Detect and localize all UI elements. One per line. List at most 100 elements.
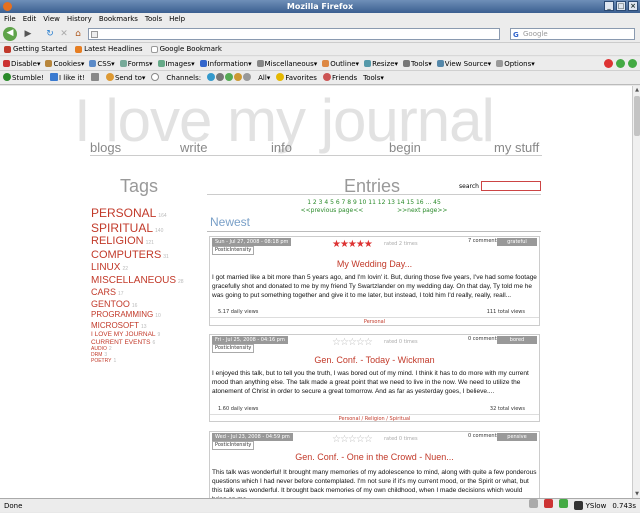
minimize-button[interactable]: _	[604, 1, 614, 11]
scroll-up-arrow-icon[interactable]: ▲	[633, 86, 640, 94]
dev-tools[interactable]: Tools▾	[403, 57, 432, 70]
entry-comments[interactable]: 7 comments	[468, 238, 499, 244]
forward-button[interactable]: ▶	[22, 28, 34, 40]
tag-count: 9	[157, 332, 161, 338]
entry-title[interactable]: Gen. Conf. - One in the Crowd - Nuen...	[210, 452, 539, 462]
entry-title[interactable]: Gen. Conf. - Today - Wickman	[210, 355, 539, 365]
comment-button[interactable]	[151, 71, 160, 84]
entry-rating-stars[interactable]: ★★★★★	[332, 240, 373, 250]
menu-view[interactable]: View	[43, 13, 60, 25]
error-icon[interactable]	[604, 59, 613, 68]
next-page-link[interactable]: >>next page>>	[397, 207, 447, 214]
entry-intensity: PosticIntensity	[212, 246, 255, 255]
tag-count: 140	[155, 227, 164, 234]
entries-search-input[interactable]	[481, 181, 541, 191]
search-input[interactable]: G Google	[510, 28, 635, 40]
css-valid-icon[interactable]	[616, 59, 625, 68]
entry-title[interactable]: My Wedding Day...	[210, 259, 539, 269]
dev-forms[interactable]: Forms▾	[119, 57, 153, 70]
channels-label: Channels:	[166, 74, 202, 82]
thumbs-down-button[interactable]	[90, 71, 100, 84]
bookmark-google[interactable]: Google Bookmark	[150, 43, 222, 55]
tag-link[interactable]: Programming 10	[91, 311, 201, 319]
sendto-button[interactable]: Send to▾	[105, 71, 145, 84]
favorites-button[interactable]: Favorites	[276, 71, 317, 84]
tag-link[interactable]: Miscellaneous 28	[91, 275, 201, 286]
menu-help[interactable]: Help	[169, 13, 185, 25]
menu-bookmarks[interactable]: Bookmarks	[99, 13, 138, 25]
tag-link[interactable]: Religion 121	[91, 236, 201, 247]
url-input[interactable]	[88, 28, 500, 40]
entry-categories[interactable]: Personal / Religion / Spiritual	[210, 414, 539, 422]
dev-information[interactable]: Information▾	[199, 57, 252, 70]
stumble-tools-dropdown[interactable]: Tools▾	[363, 71, 384, 84]
forms-icon	[119, 60, 127, 67]
dev-options[interactable]: Options▾	[496, 57, 535, 70]
channel-all-dropdown[interactable]: All▾	[258, 71, 270, 84]
nav-info[interactable]: info	[271, 140, 292, 155]
prev-page-link[interactable]: <<previous page<<	[301, 207, 364, 214]
nav-begin[interactable]: begin	[389, 140, 421, 155]
speech-bubble-icon	[151, 73, 160, 81]
dev-outline[interactable]: Outline▾	[322, 57, 359, 70]
menu-history[interactable]: History	[67, 13, 92, 25]
tag-name: Programming	[91, 310, 154, 319]
bookmark-latest-headlines[interactable]: Latest Headlines	[75, 43, 143, 55]
tag-link[interactable]: Spiritual 140	[91, 222, 201, 234]
ilike-button[interactable]: I like it!	[49, 71, 85, 84]
dev-css[interactable]: CSS▾	[89, 57, 115, 70]
scrollbar-thumb[interactable]	[634, 96, 640, 136]
tag-link[interactable]: Cars 17	[91, 288, 201, 297]
entry-comments[interactable]: 0 comments	[468, 336, 499, 342]
yslow-icon	[574, 501, 584, 510]
tag-name: Current Events	[91, 338, 151, 346]
entry-categories[interactable]: Personal	[210, 317, 539, 325]
menu-file[interactable]: File	[4, 13, 16, 25]
bookmark-getting-started[interactable]: Getting Started	[4, 43, 67, 55]
home-button[interactable]: ⌂	[72, 28, 84, 40]
friends-button[interactable]: Friends	[322, 71, 357, 84]
dev-disable[interactable]: Disable▾	[3, 57, 40, 70]
entry-date: Wed - Jul 23, 2008 - 04:59 pm	[212, 433, 293, 441]
stumble-button[interactable]: Stumble!	[3, 71, 44, 84]
tag-link[interactable]: Audio 2	[91, 347, 201, 352]
scroll-down-arrow-icon[interactable]: ▼	[633, 490, 640, 498]
maximize-button[interactable]: □	[616, 1, 626, 11]
tag-link[interactable]: Microsoft 13	[91, 321, 201, 330]
tag-count: 6	[152, 339, 156, 346]
nav-write[interactable]: write	[180, 140, 207, 155]
tag-link[interactable]: Computers 31	[91, 249, 201, 261]
channel-icons[interactable]	[207, 71, 252, 84]
security-icon[interactable]	[529, 499, 539, 508]
entry-rating-stars[interactable]: ☆☆☆☆☆	[332, 435, 373, 445]
tag-link[interactable]: Gentoo 16	[91, 299, 201, 309]
tag-link[interactable]: Linux 22	[91, 263, 201, 273]
dev-miscellaneous[interactable]: Miscellaneous▾	[256, 57, 317, 70]
js-valid-icon[interactable]	[628, 59, 637, 68]
firebug-icon[interactable]	[559, 499, 569, 508]
menu-edit[interactable]: Edit	[23, 13, 37, 25]
nav-my-stuff[interactable]: my stuff	[494, 140, 539, 155]
adblock-icon[interactable]	[544, 499, 554, 508]
reload-button[interactable]: ↻	[44, 28, 56, 40]
menu-tools[interactable]: Tools	[145, 13, 162, 25]
tag-link[interactable]: Current Events 6	[91, 338, 201, 347]
yslow-button[interactable]: YSlow	[574, 499, 606, 513]
dev-resize[interactable]: Resize▾	[364, 57, 398, 70]
tag-count: 22	[122, 266, 129, 272]
close-window-button[interactable]: ×	[628, 1, 638, 11]
back-button[interactable]: ◀	[3, 27, 17, 41]
nav-blogs[interactable]: blogs	[90, 140, 121, 155]
tag-link[interactable]: Poetry 1	[91, 359, 201, 364]
vertical-scrollbar[interactable]: ▲ ▼	[632, 86, 640, 498]
entry-rating-stars[interactable]: ☆☆☆☆☆	[332, 338, 373, 348]
dev-view-source[interactable]: View Source▾	[436, 57, 491, 70]
dev-images[interactable]: Images▾	[157, 57, 195, 70]
tag-link[interactable]: Personal 164	[91, 207, 201, 219]
entry-comments[interactable]: 0 comments	[468, 433, 499, 439]
stop-button[interactable]: ✕	[58, 28, 70, 40]
search-placeholder: Google	[523, 30, 548, 38]
dev-cookies[interactable]: Cookies▾	[45, 57, 84, 70]
page-numbers[interactable]: 1 2 3 4 5 6 7 8 9 10 11 12 13 14 15 16 .…	[207, 199, 541, 207]
tag-cloud: Personal 164 Spiritual 140 Religion 121 Comput…	[91, 207, 201, 365]
